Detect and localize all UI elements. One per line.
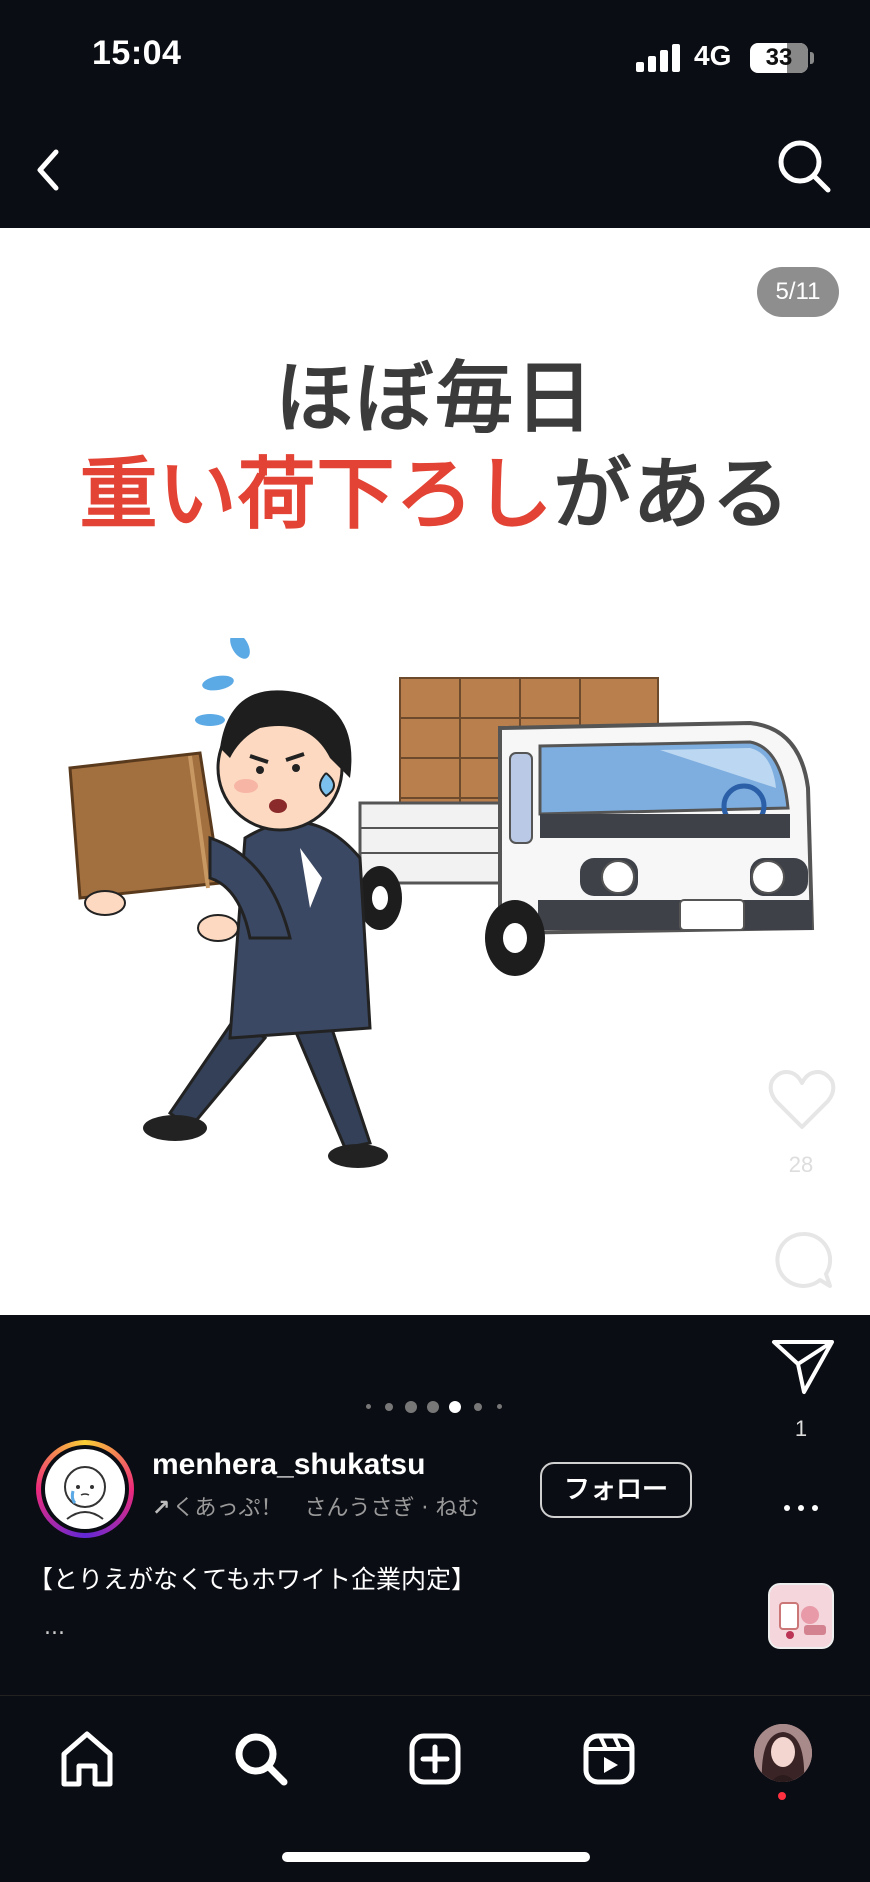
avatar-illustration <box>64 1466 106 1520</box>
comment-icon[interactable] <box>770 1228 836 1294</box>
headline-line-2: 重い荷下ろしがある <box>0 432 870 544</box>
headline-highlight: 重い荷下ろし <box>79 450 554 540</box>
network-type: 4G <box>694 40 732 71</box>
search-icon <box>778 140 831 193</box>
profile-avatar[interactable] <box>754 1724 812 1782</box>
author-username[interactable]: menhera_shukatsu <box>152 1448 425 1482</box>
worker-unloading-truck-illustration <box>68 638 815 1168</box>
follow-button[interactable]: フォロー <box>540 1462 692 1518</box>
status-time: 15:04 <box>92 34 182 72</box>
author-avatar[interactable] <box>36 1440 134 1538</box>
page-counter: 5/11 <box>757 267 839 317</box>
music-text: くあっぷ！ さんうさぎ · ねむ <box>172 1496 480 1521</box>
carousel-dot <box>474 1403 482 1411</box>
headline-rest: がある <box>553 450 791 540</box>
like-count: 28 <box>788 1152 814 1177</box>
carousel-dot-active <box>449 1401 461 1413</box>
carousel-dot <box>385 1403 393 1411</box>
arrow-up-right-icon: ↗ <box>152 1496 171 1521</box>
share-count: 1 <box>794 1416 808 1441</box>
home-icon[interactable] <box>52 1724 122 1794</box>
chevron-left-icon <box>37 149 59 191</box>
create-icon[interactable] <box>400 1724 470 1794</box>
battery-level: 33 <box>765 44 793 71</box>
back-button[interactable] <box>30 130 90 210</box>
search-button[interactable] <box>770 132 840 202</box>
like-icon[interactable] <box>766 1067 838 1133</box>
caption-more[interactable]: ... <box>44 1615 65 1640</box>
carousel-dots <box>360 1399 510 1415</box>
carousel-dot <box>497 1404 502 1409</box>
reels-icon[interactable] <box>574 1724 644 1794</box>
carousel-dot <box>427 1401 439 1413</box>
more-options-button[interactable] <box>782 1498 822 1518</box>
search-tab-icon[interactable] <box>226 1724 296 1794</box>
home-indicator <box>282 1852 590 1862</box>
notification-dot <box>778 1792 786 1800</box>
post-caption[interactable]: 【とりえがなくてもホワイト企業内定】 <box>28 1560 476 1596</box>
music-info[interactable]: ↗くあっぷ！ さんうさぎ · ねむ <box>152 1490 512 1526</box>
audio-thumbnail[interactable] <box>768 1583 834 1649</box>
battery-cap <box>810 52 814 64</box>
post-image[interactable]: 5/11 ほぼ毎日 重い荷下ろしがある <box>0 228 870 1315</box>
carousel-dot <box>405 1401 417 1413</box>
author-row: menhera_shukatsu ↗くあっぷ！ さんうさぎ · ねむ フォロー <box>0 1440 760 1540</box>
status-bar: 15:04 4G 33 <box>0 0 870 110</box>
bottom-tab-bar <box>0 1696 870 1836</box>
carousel-dot <box>366 1404 371 1409</box>
share-icon[interactable] <box>770 1336 836 1396</box>
signal-icon <box>636 44 680 72</box>
battery-icon: 33 <box>750 43 808 73</box>
post-header <box>0 110 870 228</box>
audio-thumbnail-image <box>770 1585 832 1647</box>
profile-photo <box>754 1724 812 1782</box>
